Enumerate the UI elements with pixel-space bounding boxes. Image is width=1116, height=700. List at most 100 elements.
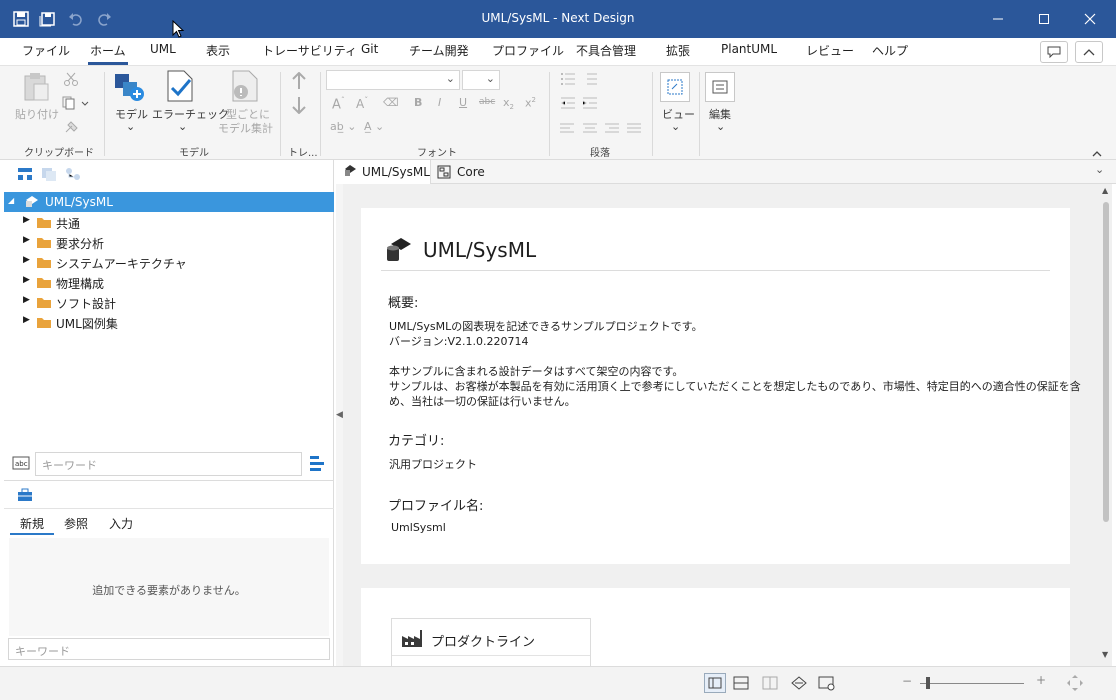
element-search-input[interactable]: キーワード: [8, 638, 330, 660]
minimize-button[interactable]: [975, 0, 1021, 38]
network-icon[interactable]: [790, 675, 808, 694]
doc-tab-core[interactable]: Core: [432, 160, 492, 184]
bold-icon[interactable]: B: [414, 96, 422, 109]
expand-icon[interactable]: ▶: [23, 315, 30, 325]
screen-settings-icon[interactable]: [818, 675, 836, 694]
tree-item[interactable]: ▶ システムアーキテクチャ: [4, 252, 334, 272]
strikethrough-icon[interactable]: abc: [479, 97, 495, 107]
expand-icon[interactable]: ▶: [23, 235, 30, 245]
tree-item[interactable]: ▶ ソフト設計: [4, 292, 334, 312]
tree-item[interactable]: ▶ 要求分析: [4, 232, 334, 252]
tab-help[interactable]: ヘルプ: [872, 42, 908, 59]
tree-item[interactable]: ▶ 共通: [4, 212, 334, 232]
tree-sync-icon[interactable]: [65, 167, 81, 184]
layout-single-icon[interactable]: [704, 673, 726, 693]
outdent-icon[interactable]: [560, 96, 576, 113]
tab-defect[interactable]: 不具合管理: [576, 42, 636, 59]
tab-plantuml[interactable]: PlantUML: [721, 42, 777, 56]
align-left-icon[interactable]: [560, 122, 574, 136]
hierarchy-icon[interactable]: [17, 167, 33, 184]
cut-icon[interactable]: [64, 72, 78, 89]
clear-format-icon[interactable]: ⌫: [383, 96, 399, 109]
arrow-down-icon[interactable]: [292, 96, 306, 117]
doc-tab-umlsysml[interactable]: UML/SysML: [336, 160, 431, 184]
expand-icon[interactable]: ▶: [23, 215, 30, 225]
align-center-icon[interactable]: [583, 122, 597, 136]
zoom-in-icon[interactable]: +: [1036, 673, 1046, 687]
tree-item[interactable]: ▶ UML図例集: [4, 312, 334, 332]
error-check-dropdown-icon[interactable]: ⌄: [178, 120, 187, 133]
view-dropdown-icon[interactable]: ⌄: [671, 120, 680, 133]
copy-icon[interactable]: [62, 96, 90, 113]
expand-icon[interactable]: ▶: [23, 275, 30, 285]
model-dropdown-icon[interactable]: ⌄: [126, 120, 135, 133]
search-option-icon[interactable]: abc: [12, 456, 30, 473]
bullets-icon[interactable]: [560, 72, 576, 89]
zoom-out-icon[interactable]: −: [902, 674, 912, 688]
tree-search-input[interactable]: キーワード: [35, 452, 302, 476]
tab-uml[interactable]: UML: [150, 42, 176, 56]
tree-root[interactable]: ◢ UML/SysML: [4, 192, 334, 212]
tabs-dropdown-icon[interactable]: ⌄: [1095, 163, 1104, 176]
scrollbar-thumb[interactable]: [1103, 202, 1109, 522]
maximize-button[interactable]: [1021, 0, 1067, 38]
ribbon-collapse-icon[interactable]: [1092, 146, 1102, 160]
splitter-arrow-icon[interactable]: ◀: [336, 410, 343, 420]
grow-font-icon[interactable]: Aˆ: [332, 96, 345, 112]
tab-input[interactable]: 入力: [109, 515, 133, 532]
justify-icon[interactable]: [627, 122, 641, 136]
model-count-icon[interactable]: [230, 70, 260, 105]
productline-box[interactable]: プロダクトライン: [391, 618, 591, 666]
tab-team[interactable]: チーム開発: [409, 42, 469, 59]
expand-icon[interactable]: ▶: [23, 255, 30, 265]
comment-button[interactable]: [1040, 41, 1068, 63]
italic-icon[interactable]: I: [438, 96, 441, 109]
arrow-up-icon[interactable]: [292, 71, 306, 93]
view-icon[interactable]: [660, 72, 690, 102]
tab-extension[interactable]: 拡張: [666, 42, 690, 59]
format-painter-icon[interactable]: [64, 120, 80, 137]
numbering-icon[interactable]: [582, 72, 598, 89]
splitter[interactable]: ◀: [336, 184, 343, 666]
paste-icon[interactable]: [22, 72, 50, 105]
font-color-icon[interactable]: A̲ ⌄: [364, 120, 384, 133]
align-right-icon[interactable]: [605, 122, 619, 136]
close-button[interactable]: [1067, 0, 1113, 38]
tab-file[interactable]: ファイル: [22, 42, 70, 59]
layout-horizontal-icon[interactable]: [733, 676, 749, 693]
tab-view[interactable]: 表示: [206, 42, 230, 59]
tab-review[interactable]: レビュー: [806, 42, 854, 59]
tree-item[interactable]: ▶ 物理構成: [4, 272, 334, 292]
tab-home[interactable]: ホーム: [88, 42, 128, 65]
tab-reference[interactable]: 参照: [64, 515, 88, 532]
font-size-select[interactable]: ⌄: [462, 70, 500, 90]
content-scrollbar[interactable]: ▲ ▼: [1100, 184, 1112, 666]
highlight-icon[interactable]: ab̲ ⌄: [330, 120, 356, 133]
copy-model-icon[interactable]: [41, 167, 57, 184]
filter-icon[interactable]: [309, 454, 327, 475]
superscript-icon[interactable]: x2: [525, 96, 536, 110]
tab-git[interactable]: Git: [361, 42, 378, 56]
tab-traceability[interactable]: トレーサビリティ: [262, 42, 357, 59]
zoom-slider-thumb[interactable]: [926, 677, 930, 689]
collapse-ribbon-button[interactable]: [1075, 41, 1103, 63]
fit-view-icon[interactable]: [1066, 674, 1084, 695]
edit-icon[interactable]: [705, 72, 735, 102]
layout-vertical-icon[interactable]: [762, 676, 778, 693]
scroll-up-icon[interactable]: ▲: [1102, 186, 1108, 195]
error-check-icon[interactable]: [165, 70, 195, 105]
tab-new[interactable]: 新規: [20, 515, 44, 532]
model-icon[interactable]: [113, 70, 145, 105]
toolbox-icon[interactable]: [17, 488, 33, 505]
indent-icon[interactable]: [582, 96, 598, 113]
shrink-font-icon[interactable]: Aˇ: [356, 96, 368, 111]
collapse-icon[interactable]: ◢: [8, 196, 14, 205]
scroll-down-icon[interactable]: ▼: [1102, 650, 1108, 659]
font-family-select[interactable]: ⌄: [326, 70, 460, 90]
expand-icon[interactable]: ▶: [23, 295, 30, 305]
edit-dropdown-icon[interactable]: ⌄: [716, 120, 725, 133]
underline-icon[interactable]: U: [459, 96, 467, 109]
subscript-icon[interactable]: x2: [503, 96, 514, 111]
tab-profile[interactable]: プロファイル: [492, 42, 564, 59]
zoom-slider[interactable]: [920, 683, 1024, 684]
